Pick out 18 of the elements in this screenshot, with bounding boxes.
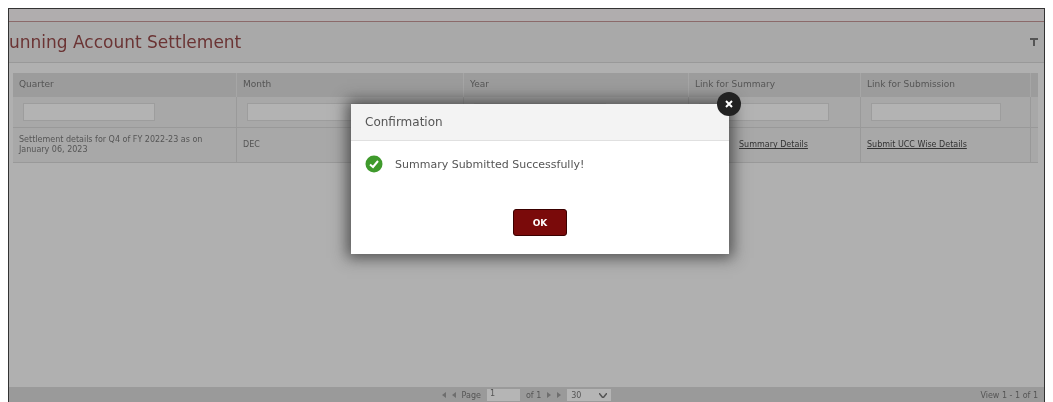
- ok-button[interactable]: OK: [513, 209, 567, 236]
- success-check-icon: [365, 155, 383, 173]
- page-field[interactable]: 1: [486, 389, 520, 401]
- panel-title: unning Account Settlement: [9, 32, 242, 52]
- page-count: of 1: [525, 390, 542, 400]
- table-link[interactable]: Submit UCC Wise Details: [867, 140, 967, 150]
- caret-icon: [599, 392, 608, 398]
- filter-icon[interactable]: [1030, 38, 1038, 46]
- page-label: Page: [461, 390, 481, 400]
- table-cell-text: Settlement details for Q4 of FY 2022-23 as on January 06, 2023: [19, 135, 204, 155]
- dialog-title: Confirmation: [365, 115, 443, 129]
- first-prev-icon[interactable]: [441, 392, 456, 398]
- table-link[interactable]: Summary Details: [739, 140, 808, 150]
- dialog-message: Summary Submitted Successfully!: [395, 157, 585, 171]
- table-cell: DEC: [243, 140, 260, 150]
- rows-per-page-select[interactable]: 30: [567, 389, 612, 401]
- record-count: View 1 - 1 of 1: [980, 390, 1038, 400]
- next-last-icon[interactable]: [547, 392, 562, 398]
